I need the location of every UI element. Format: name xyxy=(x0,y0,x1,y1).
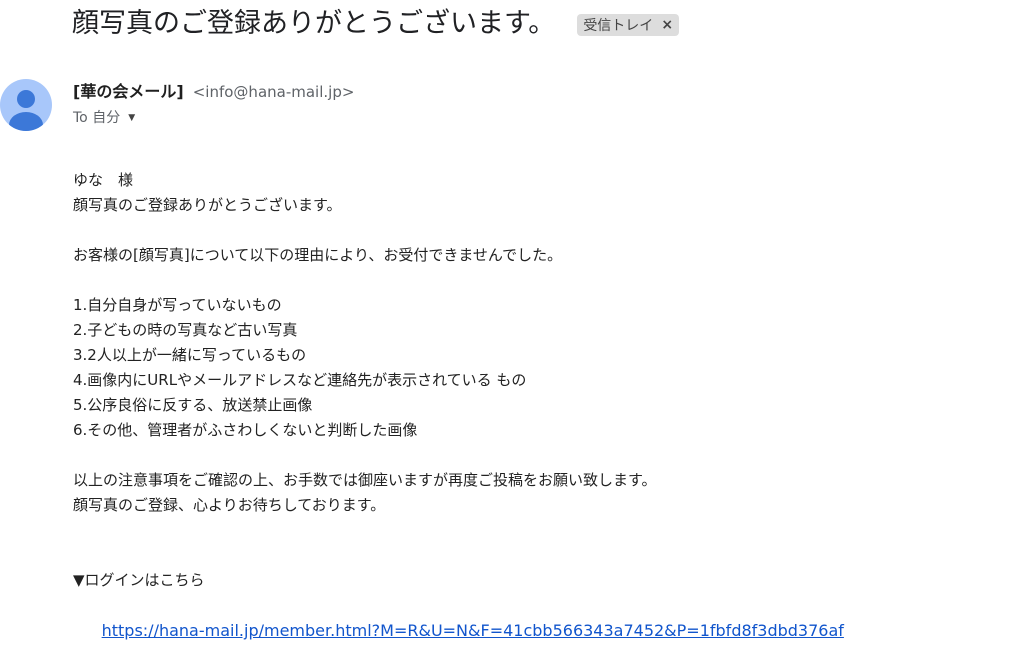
inbox-label-chip[interactable]: 受信トレイ × xyxy=(577,14,680,36)
sender-name[interactable]: [華の会メール] xyxy=(73,82,184,101)
recipient-label: To 自分 xyxy=(73,110,121,126)
closing-line-1: 以上の注意事項をご確認の上、お手数では御座いますが再度ご投稿をお願い致します。 xyxy=(73,471,657,489)
email-subject: 顔写真のご登録ありがとうございます。 xyxy=(72,8,556,39)
reason-item: 1.自分自身が写っていないもの xyxy=(73,296,282,314)
reason-item: 4.画像内にURLやメールアドレスなど連絡先が表示されている もの xyxy=(73,371,527,389)
sender-row: [華の会メール] <info@hana-mail.jp> xyxy=(73,80,354,104)
subject-row: 顔写真のご登録ありがとうございます。 受信トレイ × xyxy=(72,4,680,44)
closing-line-2: 顔写真のご登録、心よりお待ちしております。 xyxy=(73,496,386,514)
sender-email: <info@hana-mail.jp> xyxy=(192,83,355,101)
email-view: 顔写真のご登録ありがとうございます。 受信トレイ × [華の会メール] <inf… xyxy=(0,0,1024,654)
login-link[interactable]: https://hana-mail.jp/member.html?M=R&U=N… xyxy=(102,621,844,640)
email-body: ゆな 様 顔写真のご登録ありがとうございます。 お客様の[顔写真]について以下の… xyxy=(73,168,1003,640)
reason-intro: お客様の[顔写真]について以下の理由により、お受付できませんでした。 xyxy=(73,246,563,264)
remove-label-icon[interactable]: × xyxy=(661,17,673,33)
reason-item: 6.その他、管理者がふさわしくないと判断した画像 xyxy=(73,421,418,439)
inbox-label-text: 受信トレイ xyxy=(583,18,654,34)
reason-item: 3.2人以上が一緒に写っているもの xyxy=(73,346,307,364)
show-details-icon[interactable]: ▼ xyxy=(128,107,135,129)
reason-item: 2.子どもの時の写真など古い写真 xyxy=(73,321,298,339)
person-icon xyxy=(9,90,43,131)
sender-avatar[interactable] xyxy=(0,79,52,131)
recipient-row: To 自分 ▼ xyxy=(73,107,135,129)
login-label: ▼ログインはこちら xyxy=(73,571,205,589)
thanks-line: 顔写真のご登録ありがとうございます。 xyxy=(73,196,342,214)
reason-item: 5.公序良俗に反する、放送禁止画像 xyxy=(73,396,313,414)
greeting: ゆな 様 xyxy=(73,171,134,189)
